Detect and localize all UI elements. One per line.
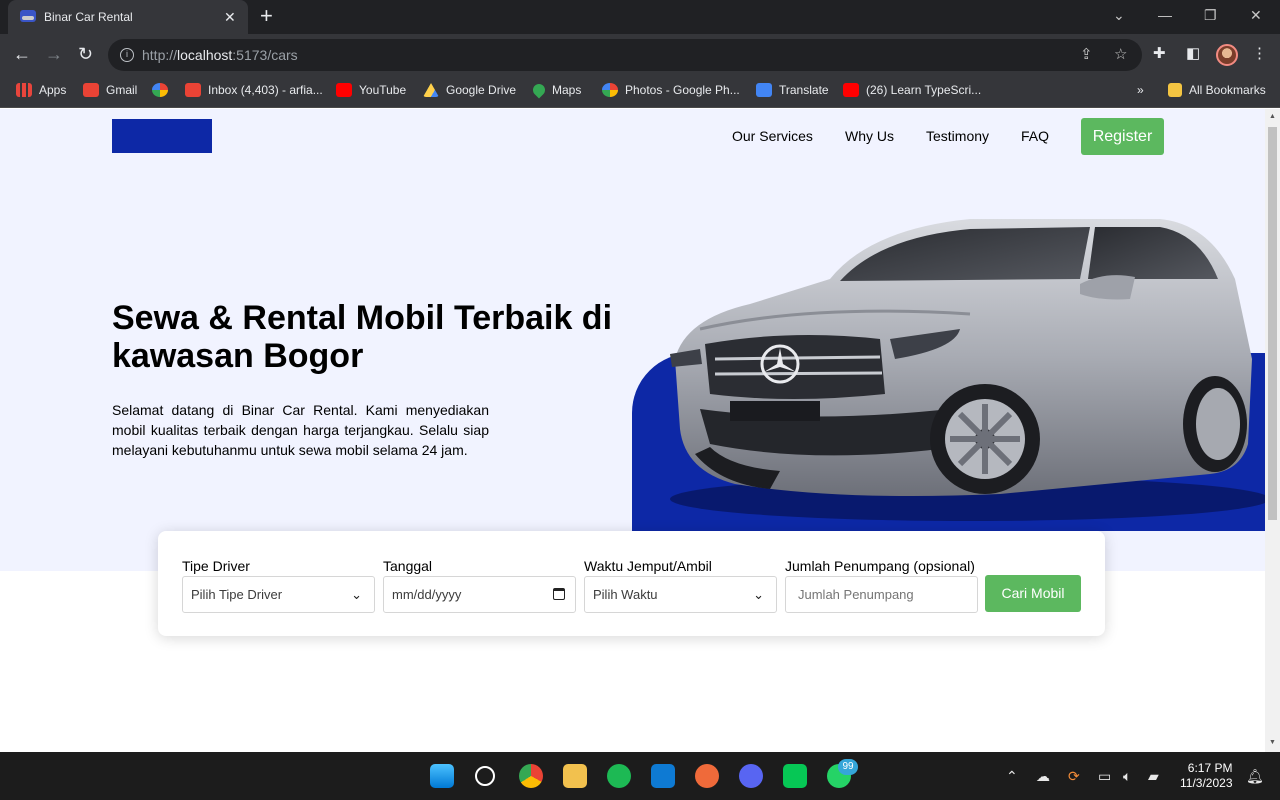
pickup-time-label: Waktu Jemput/Ambil <box>584 558 712 574</box>
notification-bell-icon[interactable]: 🔔︎ <box>1246 767 1264 785</box>
bookmark-pinwheel[interactable] <box>152 83 168 97</box>
reload-icon[interactable]: ↻ <box>78 44 93 64</box>
pinwheel-icon <box>152 83 168 97</box>
web-page: Our Services Why Us Testimony FAQ Regist… <box>0 109 1265 752</box>
driver-type-select[interactable]: Pilih Tipe Driver ⌄ <box>182 576 375 613</box>
nav-why-us[interactable]: Why Us <box>845 128 894 144</box>
restore-icon[interactable]: ❐ <box>1204 6 1217 24</box>
nav-testimony[interactable]: Testimony <box>926 128 989 144</box>
date-label: Tanggal <box>383 558 433 574</box>
folder-icon <box>1168 83 1182 97</box>
side-panel-icon[interactable]: ◧ <box>1186 45 1200 63</box>
line-icon[interactable] <box>783 764 807 788</box>
browser-toolbar: ← → ↻ i http://localhost:5173/cars ⇪ ☆ ✚… <box>0 34 1280 76</box>
network-icon[interactable]: ▭ <box>1098 767 1111 785</box>
car-search-form: Tipe Driver Pilih Tipe Driver ⌄ Tanggal … <box>158 531 1105 636</box>
driver-type-label: Tipe Driver <box>182 558 250 574</box>
gmail-icon <box>83 83 99 97</box>
bookmark-star-icon[interactable]: ☆ <box>1114 46 1127 64</box>
sync-icon[interactable]: ⟳ <box>1068 767 1080 785</box>
youtube-icon <box>336 83 352 97</box>
windows-start-icon[interactable] <box>430 764 454 788</box>
forward-icon[interactable]: → <box>45 44 63 64</box>
share-icon[interactable]: ⇪ <box>1080 46 1093 64</box>
date-input[interactable]: mm/dd/yyyy <box>383 576 576 613</box>
passenger-count-input[interactable]: Jumlah Penumpang <box>785 576 978 613</box>
minimize-icon[interactable]: — <box>1158 6 1172 24</box>
hero-description: Selamat datang di Binar Car Rental. Kami… <box>112 402 489 458</box>
onedrive-icon[interactable]: ☁ <box>1036 767 1050 785</box>
bookmark-inbox[interactable]: Inbox (4,403) - arfia... <box>185 83 323 97</box>
close-tab-icon[interactable]: ✕ <box>224 8 236 26</box>
back-icon[interactable]: ← <box>13 44 31 64</box>
bookmark-google-drive[interactable]: Google Drive <box>423 83 516 97</box>
bookmark-photos[interactable]: Photos - Google Ph... <box>602 83 740 97</box>
browser-tab[interactable]: Binar Car Rental ✕ <box>8 0 248 34</box>
tray-chevron-icon[interactable]: ⌃ <box>1006 767 1018 785</box>
chrome-icon[interactable] <box>519 764 543 788</box>
register-button[interactable]: Register <box>1081 118 1164 155</box>
pickup-time-select[interactable]: Pilih Waktu ⌄ <box>584 576 777 613</box>
scroll-thumb[interactable] <box>1268 127 1277 520</box>
more-bookmarks-button[interactable]: » <box>1137 83 1144 97</box>
passenger-count-label: Jumlah Penumpang (opsional) <box>785 558 975 574</box>
whatsapp-badge: 99 <box>838 759 858 775</box>
search-car-button[interactable]: Cari Mobil <box>985 575 1081 612</box>
hero-headline: Sewa & Rental Mobil Terbaik di kawasan B… <box>112 299 613 375</box>
battery-icon[interactable]: ▰ <box>1148 767 1159 785</box>
car-favicon-icon <box>20 10 36 22</box>
system-clock[interactable]: 6:17 PM 11/3/2023 <box>1180 761 1233 791</box>
bookmark-translate[interactable]: Translate <box>756 83 829 97</box>
close-window-icon[interactable]: ✕ <box>1250 6 1262 24</box>
site-info-icon[interactable]: i <box>120 48 134 62</box>
page-scrollbar[interactable]: ▲ ▼ <box>1265 109 1280 752</box>
calendar-icon[interactable] <box>553 588 565 600</box>
bookmark-apps[interactable]: Apps <box>16 83 66 97</box>
photos-icon <box>602 83 618 97</box>
bookmark-learn-typescript[interactable]: (26) Learn TypeScri... <box>843 83 981 97</box>
scroll-down-icon[interactable]: ▼ <box>1269 739 1276 746</box>
maps-icon <box>530 81 548 99</box>
drive-icon <box>423 83 439 97</box>
address-bar[interactable]: i http://localhost:5173/cars ⇪ ☆ <box>108 39 1142 71</box>
vscode-icon[interactable] <box>651 764 675 788</box>
bookmark-gmail[interactable]: Gmail <box>83 83 137 97</box>
scroll-up-icon[interactable]: ▲ <box>1269 113 1276 120</box>
windows-taskbar: 99 ⌃ ☁ ⟳ ▭ 🔈︎ ▰ 6:17 PM 11/3/2023 🔔︎ <box>0 752 1280 800</box>
gmail-icon <box>185 83 201 97</box>
apps-grid-icon <box>16 83 32 97</box>
chevron-down-icon: ⌄ <box>351 587 362 602</box>
translate-icon <box>756 83 772 97</box>
tab-search-chevron-icon[interactable]: ⌄ <box>1113 6 1125 24</box>
tab-title: Binar Car Rental <box>44 10 133 24</box>
all-bookmarks-button[interactable]: All Bookmarks <box>1168 83 1266 97</box>
hero-car-image <box>670 219 1265 521</box>
bookmark-maps[interactable]: Maps <box>530 81 581 99</box>
profile-avatar[interactable] <box>1216 44 1238 66</box>
discord-icon[interactable] <box>739 764 763 788</box>
chevron-down-icon: ⌄ <box>753 587 764 602</box>
new-tab-icon[interactable]: + <box>260 5 273 27</box>
logo[interactable] <box>112 119 212 153</box>
nav-our-services[interactable]: Our Services <box>732 128 813 144</box>
bookmark-youtube[interactable]: YouTube <box>336 83 406 97</box>
hero-section: Our Services Why Us Testimony FAQ Regist… <box>0 109 1265 571</box>
volume-icon[interactable]: 🔈︎ <box>1123 767 1131 785</box>
browser-tab-bar: Binar Car Rental ✕ + ⌄ — ❐ ✕ <box>0 0 1280 34</box>
extensions-puzzle-icon[interactable]: ✚ <box>1153 45 1166 63</box>
youtube-icon <box>843 83 859 97</box>
postman-icon[interactable] <box>695 764 719 788</box>
file-explorer-icon[interactable] <box>563 764 587 788</box>
url-text[interactable]: http://localhost:5173/cars <box>142 47 298 63</box>
bookmarks-bar: Apps Gmail Inbox (4,403) - arfia... YouT… <box>0 76 1280 108</box>
menu-kebab-icon[interactable]: ⋮ <box>1252 45 1267 63</box>
spotify-icon[interactable] <box>607 764 631 788</box>
search-icon[interactable] <box>475 766 495 786</box>
nav-faq[interactable]: FAQ <box>1021 128 1049 144</box>
